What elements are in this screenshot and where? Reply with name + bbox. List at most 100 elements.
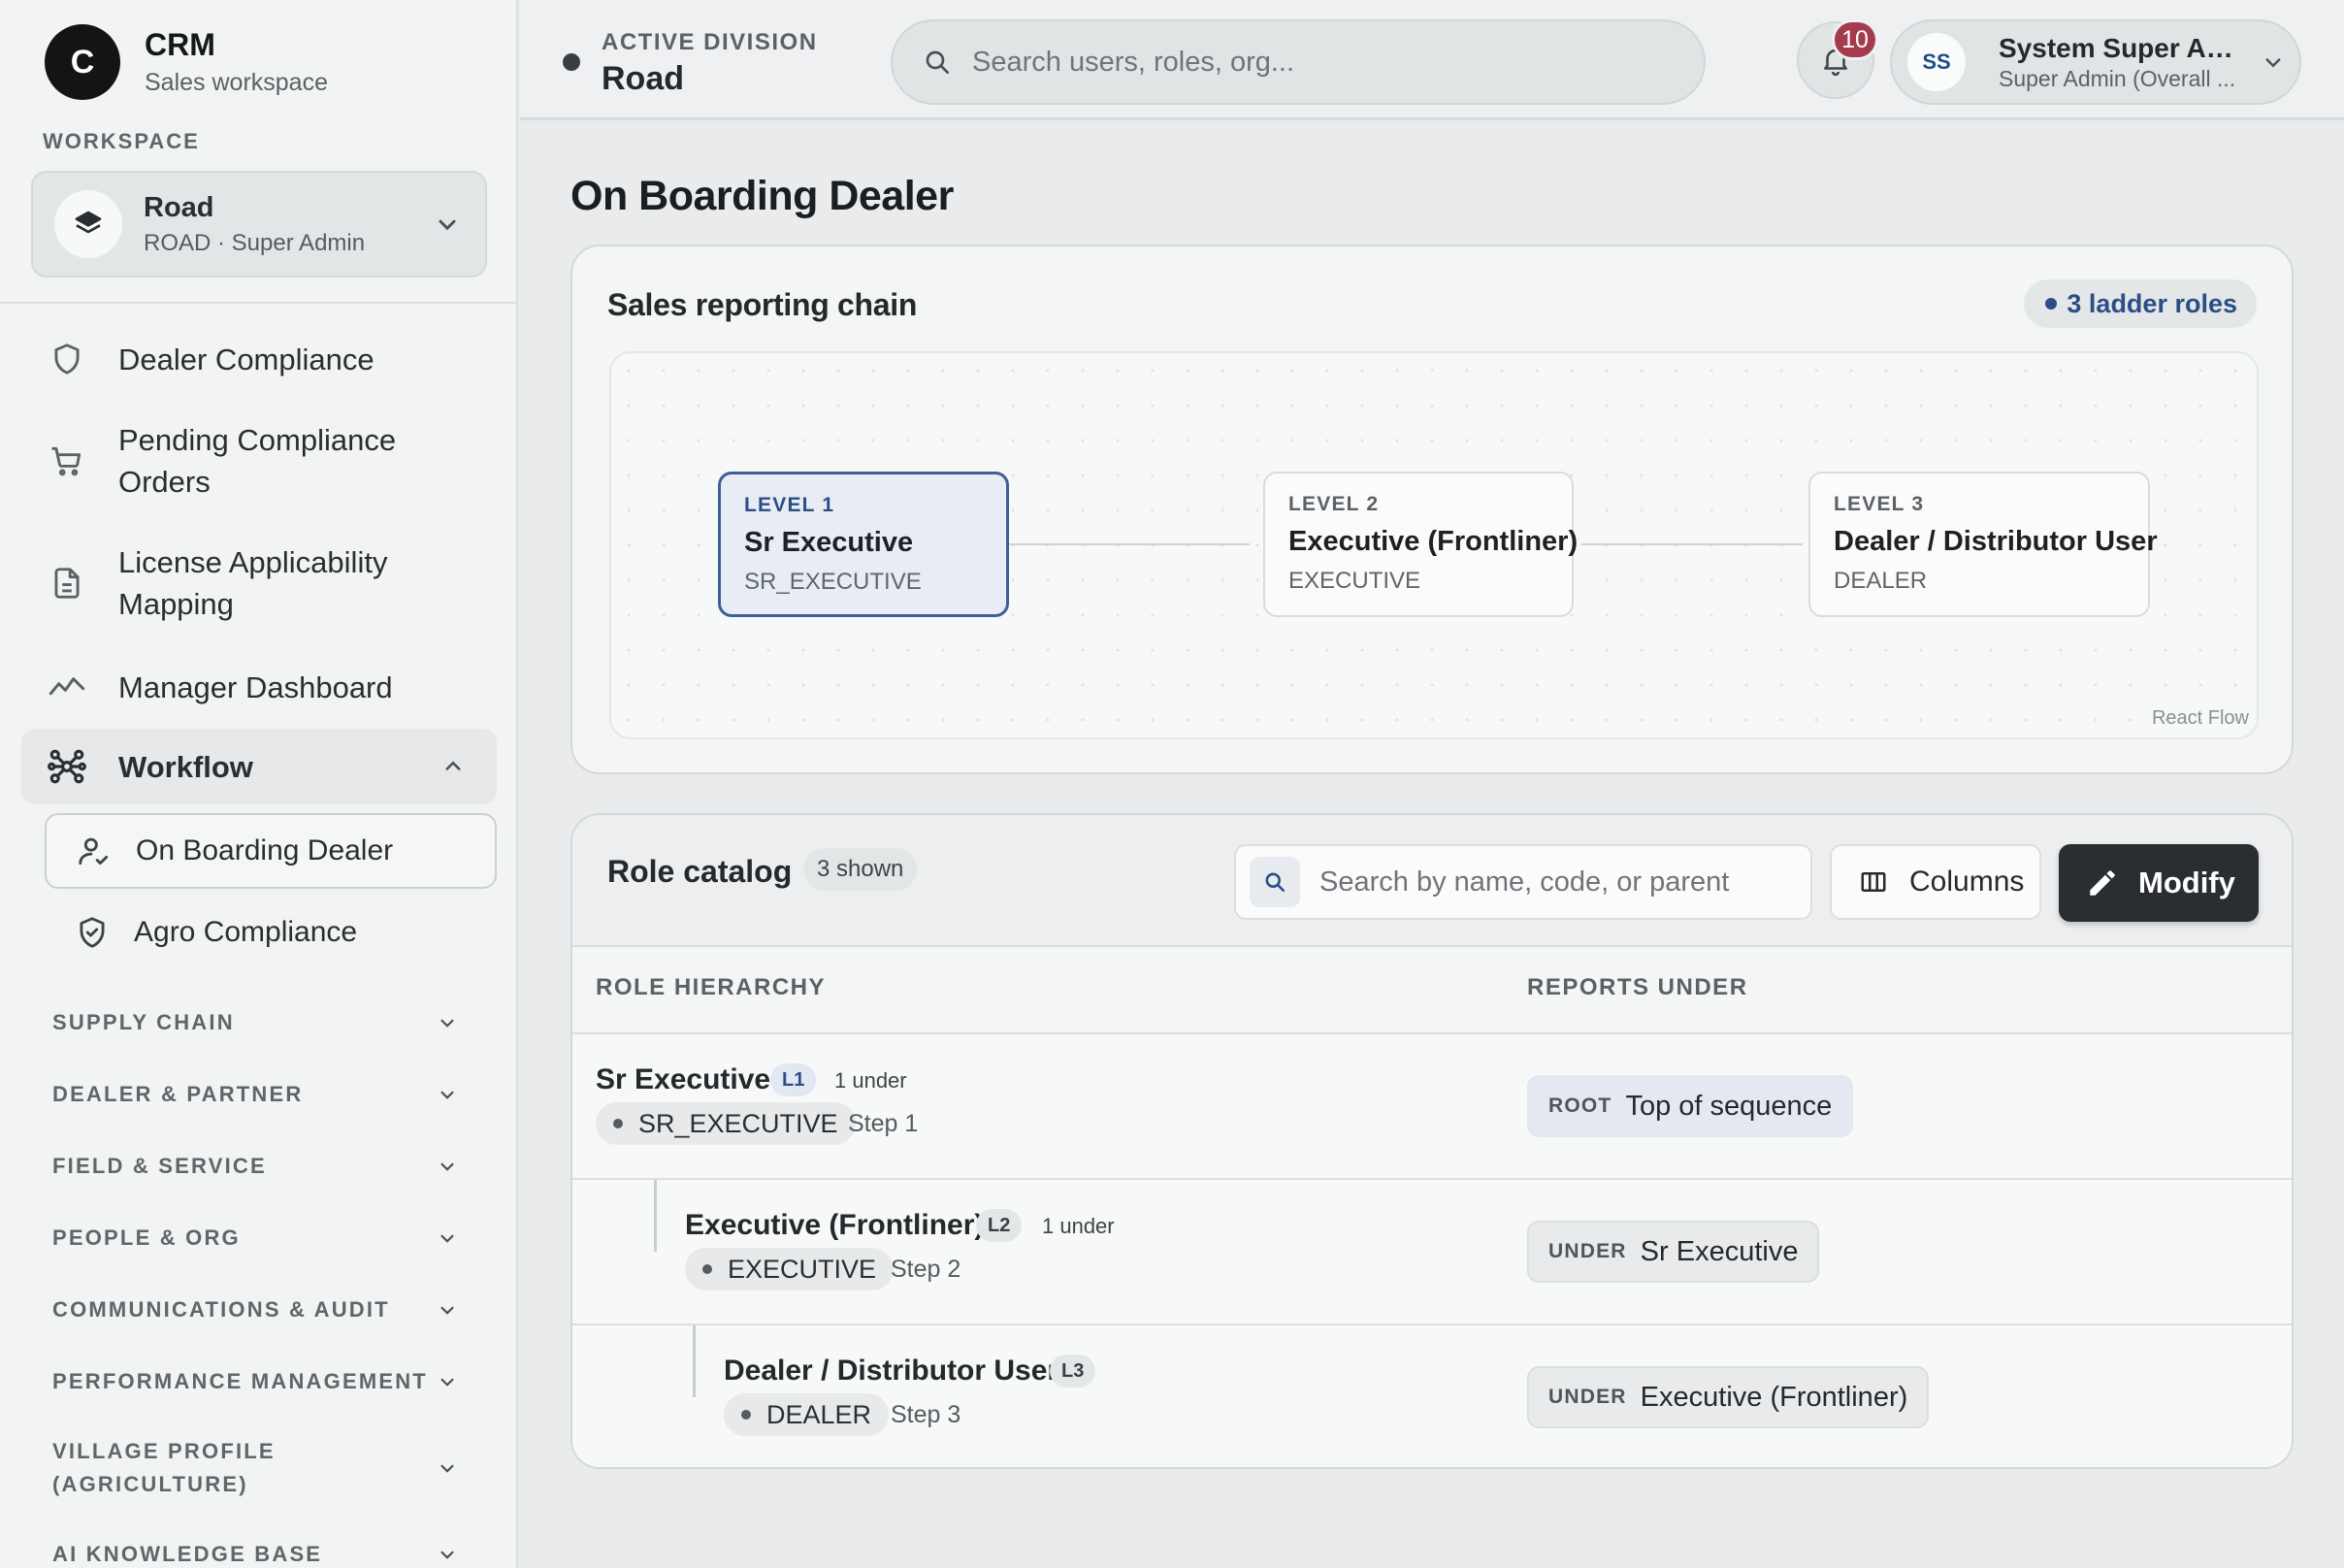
chevron-down-icon (435, 1082, 460, 1107)
role-name: Sr Executive (596, 1063, 771, 1095)
sidebar-item-label: Pending Compliance Orders (118, 423, 397, 499)
columns-label: Columns (1909, 866, 2025, 898)
level-badge: L2 (976, 1209, 1023, 1242)
node-name: Executive (Frontliner) (1288, 526, 1579, 557)
shield-check-icon (74, 914, 111, 951)
role-code-pill: EXECUTIVE (685, 1248, 895, 1290)
shown-count-badge: 3 shown (803, 848, 918, 891)
under-count: 1 under (834, 1068, 907, 1093)
sidebar-item-label: Dealer Compliance (118, 342, 374, 376)
column-header-role-hierarchy[interactable]: ROLE HIERARCHY (596, 974, 826, 1001)
reports-under-chip: UNDER Sr Executive (1527, 1221, 1820, 1283)
sidebar-group-label: PERFORMANCE MANAGEMENT (52, 1369, 428, 1393)
table-row[interactable]: Executive (Frontliner) L2 1 under EXECUT… (572, 1178, 2292, 1323)
role-catalog-title: Role catalog (607, 854, 793, 889)
workspace-name: Road (144, 191, 214, 223)
reports-tag: ROOT (1548, 1094, 1612, 1117)
sidebar-group-ai-knowledge-base[interactable]: AI KNOWLEDGE BASE (52, 1538, 460, 1568)
workflow-label: Workflow (118, 749, 253, 784)
flow-node-level-1[interactable]: LEVEL 1 Sr Executive SR_EXECUTIVE (718, 472, 1009, 617)
chevron-down-icon (435, 1542, 460, 1567)
node-level: LEVEL 3 (1834, 493, 1925, 515)
flow-node-level-3[interactable]: LEVEL 3 Dealer / Distributor User DEALER (1808, 472, 2158, 617)
sidebar-group-label: SUPPLY CHAIN (52, 1010, 235, 1034)
brand[interactable]: C CRM Sales workspace (45, 24, 328, 100)
sidebar-item-workflow[interactable]: Workflow (21, 729, 497, 804)
page-title: On Boarding Dealer (570, 173, 954, 219)
search-input[interactable] (972, 46, 1651, 79)
user-menu[interactable]: SS System Super Ad... Super Admin (Overa… (1890, 19, 2301, 105)
sidebar-group-label: PEOPLE & ORG (52, 1225, 241, 1250)
avatar: SS (1907, 33, 1966, 91)
pencil-icon (2086, 866, 2119, 899)
sidebar-item-license-applicability-mapping[interactable]: License Applicability Mapping (27, 539, 497, 627)
role-name: Dealer / Distributor User (724, 1355, 1059, 1387)
node-level: LEVEL 1 (744, 494, 835, 516)
columns-button[interactable]: Columns (1830, 844, 2041, 920)
flow-node-level-2[interactable]: LEVEL 2 Executive (Frontliner) EXECUTIVE (1263, 472, 1579, 617)
brand-name: CRM (145, 27, 215, 62)
network-icon (45, 744, 89, 789)
sidebar-group-label: COMMUNICATIONS & AUDIT (52, 1297, 390, 1322)
role-step: Step 1 (848, 1110, 919, 1137)
sidebar-item-label: License Applicability Mapping (118, 545, 388, 621)
chevron-down-icon (435, 1154, 460, 1179)
cart-icon (45, 439, 89, 483)
shield-icon (45, 337, 89, 381)
node-name: Dealer / Distributor User (1834, 526, 2158, 557)
role-step: Step 3 (891, 1401, 961, 1428)
code-dot (613, 1119, 623, 1128)
reporting-chain-title: Sales reporting chain (607, 287, 918, 322)
role-step: Step 2 (891, 1256, 961, 1283)
role-code: EXECUTIVE (728, 1254, 877, 1284)
chevron-down-icon (2259, 48, 2288, 77)
table-row[interactable]: Dealer / Distributor User L3 DEALER Step… (572, 1323, 2292, 1467)
reporting-chain-card: Sales reporting chain 3 ladder roles LEV… (570, 245, 2294, 774)
sidebar-group-communications-audit[interactable]: COMMUNICATIONS & AUDIT (52, 1293, 460, 1326)
sidebar-group-supply-chain[interactable]: SUPPLY CHAIN (52, 1006, 460, 1039)
brand-subtitle: Sales workspace (145, 69, 328, 96)
workspace-switcher[interactable]: Road ROAD · Super Admin (31, 171, 487, 278)
chevron-down-icon (435, 1369, 460, 1394)
reports-value: Top of sequence (1625, 1090, 1833, 1122)
sidebar-group-village-profile[interactable]: VILLAGE PROFILE (AGRICULTURE) (52, 1435, 460, 1501)
table-row[interactable]: Sr Executive L1 1 under SR_EXECUTIVE Ste… (572, 1032, 2292, 1178)
sidebar-group-label: VILLAGE PROFILE (AGRICULTURE) (52, 1439, 276, 1496)
role-name: Executive (Frontliner) (685, 1209, 985, 1241)
modify-label: Modify (2138, 866, 2235, 899)
sidebar-group-people-org[interactable]: PEOPLE & ORG (52, 1222, 460, 1255)
search-icon (1250, 857, 1300, 907)
chevron-down-icon (435, 1225, 460, 1251)
tree-connector (693, 1325, 696, 1397)
sidebar-subitem-label: On Boarding Dealer (136, 834, 394, 866)
sidebar-item-dealer-compliance[interactable]: Dealer Compliance (27, 336, 497, 382)
role-code: DEALER (766, 1399, 872, 1429)
trend-line-icon (45, 665, 89, 709)
flow-edge (1009, 543, 1250, 545)
sidebar-item-agro-compliance[interactable]: Agro Compliance (45, 895, 497, 970)
global-search[interactable] (891, 19, 1706, 105)
sidebar-group-dealer-partner[interactable]: DEALER & PARTNER (52, 1078, 460, 1111)
sidebar-group-field-service[interactable]: FIELD & SERVICE (52, 1150, 460, 1183)
level-badge: L3 (1050, 1355, 1096, 1388)
reports-value: Sr Executive (1640, 1235, 1799, 1267)
sidebar-item-on-boarding-dealer[interactable]: On Boarding Dealer (45, 813, 497, 889)
role-code-pill: SR_EXECUTIVE (596, 1102, 856, 1145)
column-header-reports-under[interactable]: REPORTS UNDER (1527, 974, 1748, 1001)
sidebar-item-pending-compliance-orders[interactable]: Pending Compliance Orders (27, 417, 497, 505)
role-search-input[interactable] (1319, 866, 1785, 898)
react-flow-attribution[interactable]: React Flow (2152, 707, 2249, 730)
active-division-value[interactable]: Road (602, 60, 684, 98)
search-icon (922, 47, 953, 78)
sidebar-group-performance-management[interactable]: PERFORMANCE MANAGEMENT (52, 1365, 460, 1398)
role-code: SR_EXECUTIVE (638, 1108, 838, 1138)
reports-under-chip: UNDER Executive (Frontliner) (1527, 1366, 1930, 1428)
chevron-down-icon (435, 1010, 460, 1035)
sidebar-item-manager-dashboard[interactable]: Manager Dashboard (27, 664, 497, 710)
modify-button[interactable]: Modify (2059, 844, 2259, 922)
reporting-flow-canvas[interactable]: LEVEL 1 Sr Executive SR_EXECUTIVE LEVEL … (609, 351, 2259, 739)
node-level: LEVEL 2 (1288, 493, 1380, 515)
document-icon (45, 561, 89, 605)
role-search[interactable] (1234, 844, 1812, 920)
sidebar-item-label: Manager Dashboard (118, 670, 393, 704)
